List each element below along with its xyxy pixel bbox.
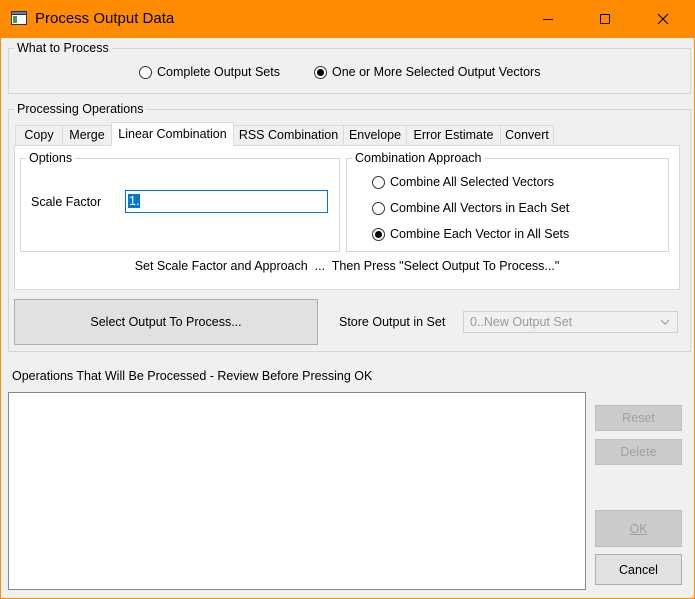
reset-button[interactable]: Reset bbox=[595, 405, 682, 431]
instruction-hint: Set Scale Factor and Approach ... Then P… bbox=[134, 259, 560, 273]
radio-complete-output-sets[interactable]: Complete Output Sets bbox=[139, 64, 280, 80]
maximize-icon bbox=[600, 14, 610, 24]
radio-combine-each-vector-in-all-sets[interactable]: Combine Each Vector in All Sets bbox=[372, 226, 569, 242]
store-output-select[interactable]: 0..New Output Set bbox=[463, 311, 678, 333]
select-output-button[interactable]: Select Output To Process... bbox=[14, 299, 318, 345]
radio-label: Combine Each Vector in All Sets bbox=[390, 227, 570, 241]
store-output-value: 0..New Output Set bbox=[470, 315, 573, 329]
tab-copy[interactable]: Copy bbox=[15, 125, 63, 145]
window-frame-left bbox=[0, 38, 1, 599]
minimize-button[interactable] bbox=[525, 0, 571, 38]
app-icon bbox=[11, 11, 27, 25]
tab-convert[interactable]: Convert bbox=[500, 125, 554, 145]
store-output-label: Store Output in Set bbox=[339, 315, 446, 329]
window-title: Process Output Data bbox=[35, 10, 175, 27]
chevron-down-icon bbox=[660, 319, 670, 325]
radio-label: Combine All Vectors in Each Set bbox=[390, 201, 570, 215]
radio-button-icon bbox=[314, 65, 327, 79]
radio-combine-all-vectors-in-each-set[interactable]: Combine All Vectors in Each Set bbox=[372, 200, 569, 216]
radio-combine-all-selected-vectors[interactable]: Combine All Selected Vectors bbox=[372, 174, 554, 190]
delete-button[interactable]: Delete bbox=[595, 439, 682, 465]
radio-button-icon bbox=[372, 175, 385, 189]
tab-error-estimate[interactable]: Error Estimate bbox=[406, 125, 501, 145]
combination-approach-legend: Combination Approach bbox=[352, 151, 485, 165]
cancel-button[interactable]: Cancel bbox=[595, 554, 682, 585]
tab-merge[interactable]: Merge bbox=[62, 125, 112, 145]
minimize-icon bbox=[543, 19, 553, 20]
radio-button-icon bbox=[372, 201, 385, 215]
operations-list[interactable] bbox=[8, 392, 586, 590]
radio-button-icon bbox=[139, 65, 152, 79]
operations-label: Operations That Will Be Processed - Revi… bbox=[12, 369, 373, 383]
tab-rss-combination[interactable]: RSS Combination bbox=[233, 125, 344, 145]
radio-button-icon bbox=[372, 227, 385, 241]
radio-label: One or More Selected Output Vectors bbox=[332, 65, 541, 79]
scale-factor-label: Scale Factor bbox=[31, 195, 102, 209]
scale-factor-input[interactable]: 1. bbox=[125, 190, 328, 213]
close-icon bbox=[657, 13, 669, 25]
ok-button[interactable]: OK bbox=[595, 510, 682, 547]
tab-linear-combination[interactable]: Linear Combination bbox=[111, 122, 234, 146]
maximize-button[interactable] bbox=[582, 0, 628, 38]
options-legend: Options bbox=[26, 151, 76, 165]
what-to-process-legend: What to Process bbox=[14, 41, 112, 55]
radio-selected-output-vectors[interactable]: One or More Selected Output Vectors bbox=[314, 64, 540, 80]
scale-factor-value: 1. bbox=[128, 194, 141, 208]
radio-label: Complete Output Sets bbox=[157, 65, 280, 79]
tab-envelope[interactable]: Envelope bbox=[343, 125, 407, 145]
close-button[interactable] bbox=[640, 0, 686, 38]
processing-operations-legend: Processing Operations bbox=[14, 102, 147, 116]
radio-label: Combine All Selected Vectors bbox=[390, 175, 554, 189]
